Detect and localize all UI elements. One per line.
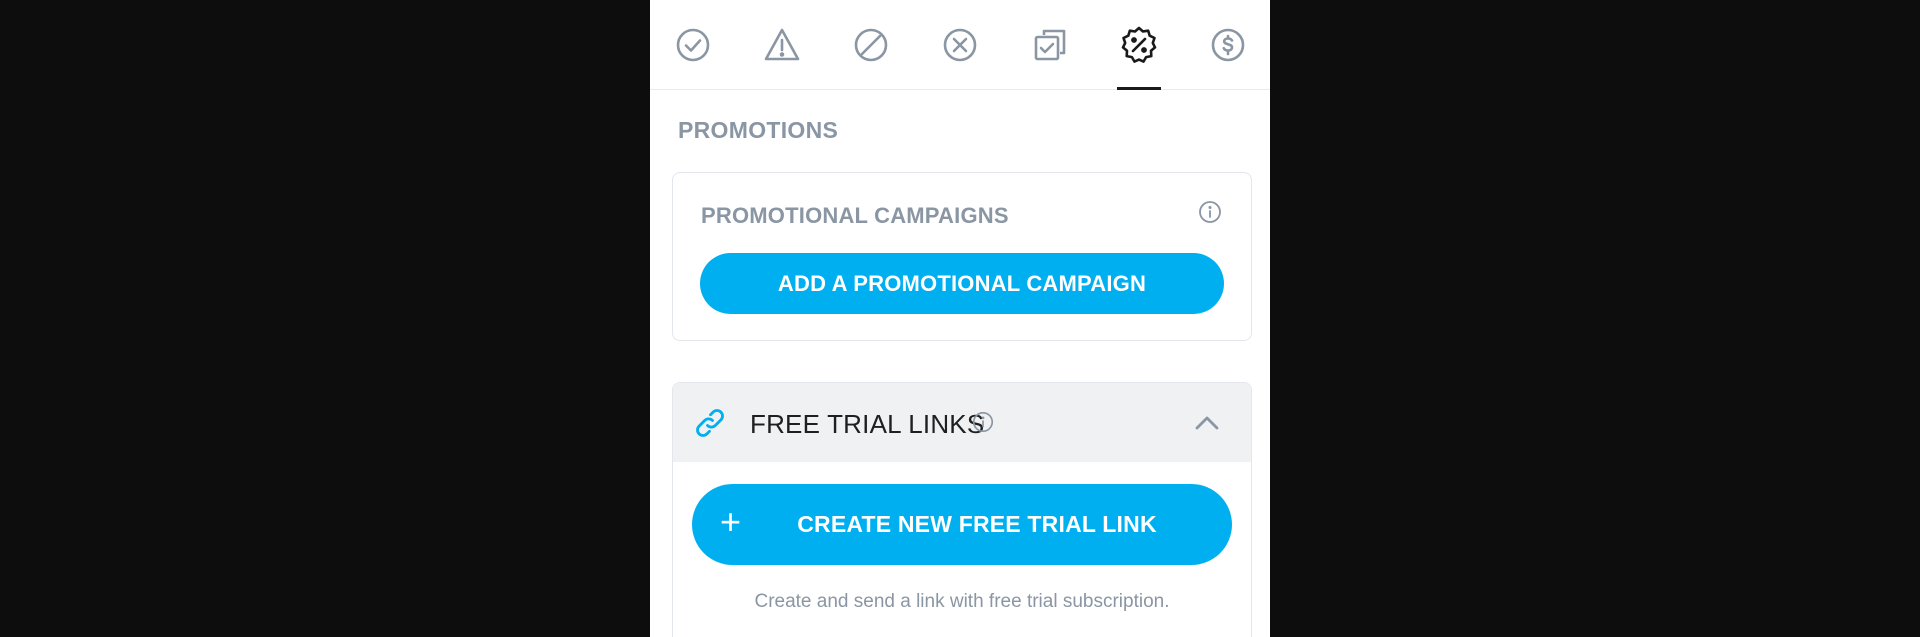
close-circle-icon xyxy=(943,28,977,62)
promotional-campaigns-card: PROMOTIONAL CAMPAIGNS ADD A PROMOTIONAL … xyxy=(672,172,1252,341)
promotions-panel: PROMOTIONS PROMOTIONAL CAMPAIGNS ADD A P… xyxy=(650,0,1270,637)
plus-icon: + xyxy=(720,501,742,542)
percent-badge-icon xyxy=(1121,26,1157,63)
tab-earnings[interactable] xyxy=(1200,0,1256,90)
chevron-up-icon[interactable] xyxy=(1189,405,1225,441)
add-promotional-campaign-button[interactable]: ADD A PROMOTIONAL CAMPAIGN xyxy=(700,253,1224,314)
blocked-icon xyxy=(854,28,888,62)
tab-check[interactable] xyxy=(665,0,721,90)
tab-declined[interactable] xyxy=(932,0,988,90)
section-title: PROMOTIONS xyxy=(678,117,839,143)
check-circle-icon xyxy=(676,28,710,62)
dollar-circle-icon xyxy=(1211,28,1245,62)
tab-warning[interactable] xyxy=(754,0,810,90)
free-trial-description: Create and send a link with free trial s… xyxy=(754,591,1170,612)
free-trial-links-section: FREE TRIAL LINKS + CREATE NEW FREE TRIAL… xyxy=(672,382,1252,637)
free-trial-links-title: FREE TRIAL LINKS xyxy=(750,409,985,439)
tab-copy-check[interactable] xyxy=(1022,0,1078,90)
tab-promotions[interactable] xyxy=(1111,0,1167,90)
free-trial-links-header[interactable]: FREE TRIAL LINKS xyxy=(673,383,1251,462)
tab-blocked[interactable] xyxy=(843,0,899,90)
campaigns-title: PROMOTIONAL CAMPAIGNS xyxy=(701,203,1009,228)
create-free-trial-link-button[interactable]: + CREATE NEW FREE TRIAL LINK xyxy=(692,484,1232,565)
info-icon xyxy=(1199,201,1221,223)
warning-triangle-icon xyxy=(764,28,800,61)
link-icon xyxy=(696,409,724,437)
free-trial-info-icon[interactable] xyxy=(971,410,995,434)
info-icon xyxy=(972,411,994,433)
copy-check-icon xyxy=(1034,29,1066,61)
create-free-trial-link-label: CREATE NEW FREE TRIAL LINK xyxy=(797,511,1157,537)
icon-tab-bar xyxy=(650,0,1270,90)
campaigns-info-icon[interactable] xyxy=(1197,199,1223,225)
